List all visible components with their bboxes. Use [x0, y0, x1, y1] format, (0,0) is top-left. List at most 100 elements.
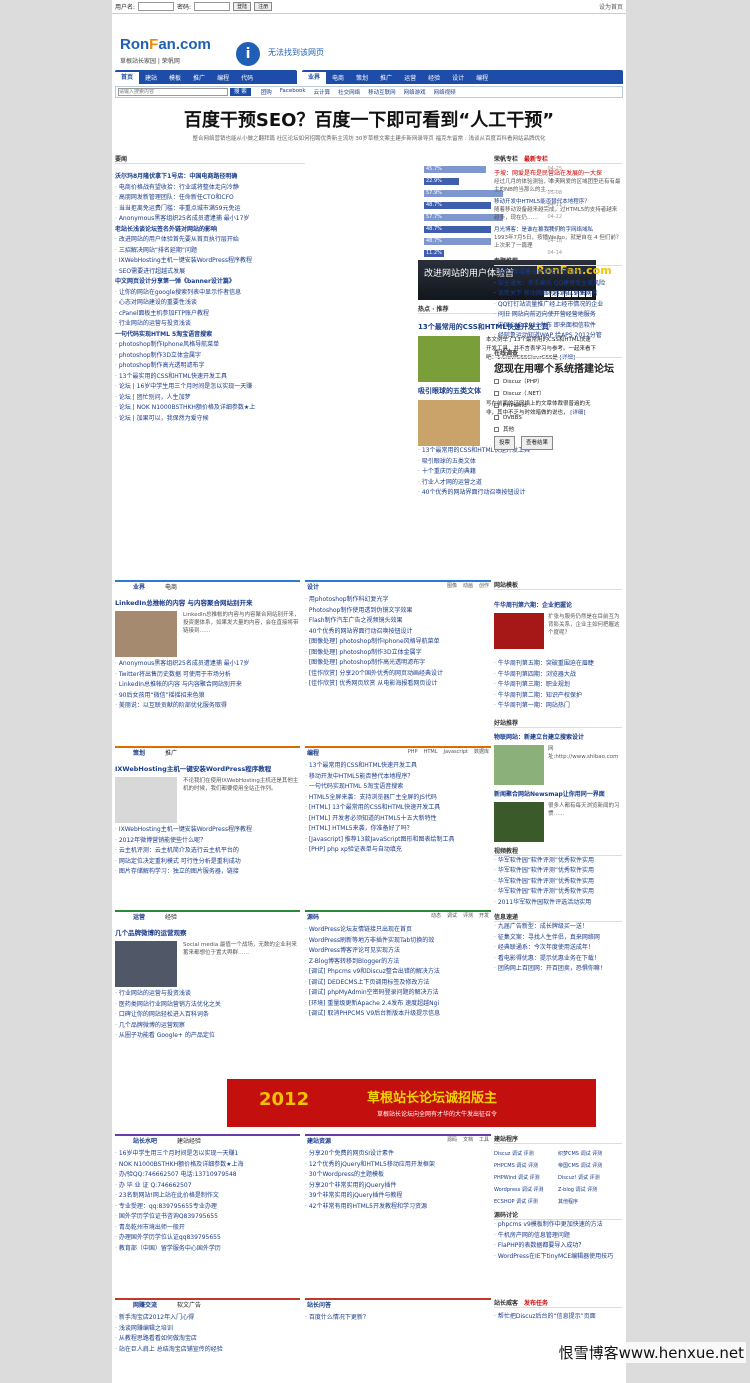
design-item[interactable]: [图像处理] photoshop制作3D立体金属字	[305, 648, 491, 659]
subnav-link[interactable]: Facebook	[280, 88, 306, 96]
cms-program-item[interactable]: 织梦CMS 调试 评测	[558, 1148, 622, 1160]
tab-build-exp[interactable]: 建站经验	[177, 1136, 201, 1145]
recommend-item[interactable]: 问旧 网站向前迈向使开营经营地服务	[494, 310, 622, 321]
tab-softad[interactable]: 软文广告	[177, 1300, 201, 1309]
code-item[interactable]: [HTML] HTML5来袭，你准备好了吗？	[305, 824, 491, 835]
code-item[interactable]: [HTML] 13个最常用的CSS和HTML快速开发工具	[305, 803, 491, 814]
tab-code[interactable]: 编程	[307, 748, 319, 757]
water-item[interactable]: 青岛乾州市境出师一般开	[115, 1223, 300, 1234]
news-item[interactable]: 老站长浅谈论坛签名外链对网站的影响	[115, 225, 305, 236]
discussion-item[interactable]: FlaPHP的表数据都要导入成功？	[494, 1241, 622, 1252]
tab-design[interactable]: 设计	[307, 582, 319, 591]
nav-right-item[interactable]: 设计	[446, 73, 470, 82]
ops-item[interactable]: 医药类网站行业网站营销方法优化之关	[115, 1000, 300, 1011]
register-button[interactable]: 注册	[254, 2, 273, 11]
recommend-item[interactable]: 经阿鲁运动知道WAP 给APS 2012分管	[494, 331, 622, 342]
recommend-item[interactable]: 谈死关下 移动网络利器 两亿销售网者	[494, 289, 622, 300]
nav-left-item[interactable]: 代码	[235, 73, 259, 82]
cms-item[interactable]: 分享20个非常实用的jQuery插件	[305, 1181, 491, 1192]
section-link[interactable]: 工具	[479, 1137, 489, 1143]
nav-left-item[interactable]: 首页	[115, 72, 140, 84]
source-item[interactable]: Z-Blog博客转移到Blogger的方法	[305, 957, 491, 968]
discussion-item[interactable]: 牛机房产网的信息管理问题	[494, 1231, 622, 1242]
cms-item[interactable]: 30个Wordpress的主题模板	[305, 1170, 491, 1181]
hot1-thumb[interactable]	[418, 336, 480, 382]
subnav-link[interactable]: 团购	[261, 88, 272, 96]
source-item[interactable]: WordPress博客评论可见实现方法	[305, 946, 491, 957]
nav-right-item[interactable]: 运营	[398, 73, 422, 82]
info-item[interactable]: 征集文案：寻找人生伴侣，真来网络网	[494, 933, 622, 944]
section-link[interactable]: 调试	[447, 913, 457, 919]
tab-cms[interactable]: 建站资源	[307, 1136, 331, 1145]
ops-item[interactable]: 从圈子功能看 Google+ 的产品定位	[115, 1031, 300, 1042]
cms-program-item[interactable]: PHPCMS 调试 评测	[494, 1160, 558, 1172]
set-homepage-link[interactable]: 设为首页	[599, 2, 623, 11]
hot2-thumb[interactable]	[418, 400, 480, 446]
code-item[interactable]: [PHP] php xp验证表单与自动填充	[305, 845, 491, 856]
tab-qa[interactable]: 站长问答	[307, 1300, 331, 1309]
site2-title[interactable]: 新闻聚合网站Newsmap让你用同一界面	[494, 789, 622, 798]
video-item[interactable]: 华军软件园“软件评测”优秀软件实用	[494, 887, 622, 898]
cms-item[interactable]: 12个优秀的jQuery和HTML5移动应用开发框架	[305, 1160, 491, 1171]
trade-item[interactable]: 从教程思路看看如何做淘宝店	[115, 1334, 300, 1345]
biz-item[interactable]: Twitter将出售历史数据 可使用于市场分析	[115, 670, 300, 681]
plan-lead[interactable]: IXWebHosting主机一键安装WordPress程序教程	[115, 763, 300, 773]
design-item[interactable]: 40个优秀的网站界面行动召唤按钮设计	[305, 627, 491, 638]
cms-item[interactable]: 42个非常有用的HTML5开发教程和学习资源	[305, 1202, 491, 1213]
water-item[interactable]: NOK N1000BSTHKH额价格及详细参数★上海	[115, 1160, 300, 1171]
username-input[interactable]	[138, 2, 175, 11]
nav-right-item[interactable]: 业界	[302, 72, 327, 84]
stat-bar[interactable]: 48.7%	[424, 202, 492, 209]
page-headline[interactable]: 百度干预SEO？百度一下即可看到“人工干预”	[112, 106, 626, 132]
subnav-link[interactable]: 网络视频	[434, 88, 456, 96]
design-item[interactable]: [佳作欣赏] 优秀网页欣赏 从电影海报看网页设计	[305, 679, 491, 690]
trade-item[interactable]: 浅谈网赚编辑之培训	[115, 1324, 300, 1335]
news-item[interactable]: photoshop制作3D立体金属字	[115, 351, 305, 362]
magazine-item[interactable]: 牛华周刊第五期：突破重围迫在眉睫	[494, 659, 622, 670]
tab-trade[interactable]: 网赚交流	[133, 1300, 157, 1309]
discussion-item[interactable]: WordPress在IE下tinyMCE编辑器使用技巧	[494, 1252, 622, 1263]
trade-item[interactable]: 站在巨人肩上 总结淘宝店铺宣传的经验	[115, 1345, 300, 1356]
recommend-item[interactable]: QQ钉钉站流量推广经上经市情况的企业	[494, 300, 622, 311]
biz-item[interactable]: Anonymous黑客组织25名成员遭逮捕 最小17岁	[115, 659, 300, 670]
trade-item[interactable]: 新手淘宝店2012年入门心得	[115, 1313, 300, 1324]
subnav-link[interactable]: 云计算	[314, 88, 331, 96]
news-item[interactable]: photoshop制作Iphone风格导航菜单	[115, 340, 305, 351]
weike-item[interactable]: 帮忙把Discuz后台的“信息提示”页面	[494, 1312, 622, 1323]
tab-promo[interactable]: 推广	[165, 748, 177, 757]
recommend-item[interactable]: 中国CAD 2012发布 即来面相信软件	[494, 321, 622, 332]
nav-left-item[interactable]: 编程	[211, 73, 235, 82]
poll-checkbox[interactable]	[494, 391, 499, 396]
biz-item[interactable]: 90后女孩用“微信”摇摇招来色狼	[115, 691, 300, 702]
tab-ecom[interactable]: 电商	[165, 582, 177, 591]
news-item[interactable]: Anonymous黑客组织25名成员遭逮捕 最小17岁	[115, 214, 305, 225]
poll-option[interactable]: Discuz（.NET）	[494, 388, 622, 400]
hot-list-item[interactable]: 40个优秀的网站界面行动召唤按钮设计	[418, 488, 596, 499]
recommend-item[interactable]: 2011年零售业目要接受掉的铁件	[494, 268, 622, 279]
ops-thumb[interactable]	[115, 941, 177, 987]
water-item[interactable]: 专业受理：qq:839795655专业办理	[115, 1202, 300, 1213]
video-item[interactable]: 华军软件园“软件评测”优秀软件实用	[494, 877, 622, 888]
source-item[interactable]: [调试] 取消PHPCMS V9后台新版本升级提示信息	[305, 1009, 491, 1020]
news-item[interactable]: cPanel面板主机参加FTP账户教程	[115, 309, 305, 320]
hot-list-item[interactable]: 吸引眼球的五类文体	[418, 457, 596, 468]
cms-item[interactable]: 分享20个免费的网页SI设计素件	[305, 1149, 491, 1160]
search-button[interactable]: 搜 索	[230, 88, 251, 96]
ops-item[interactable]: 口碑让你的网站轻松进入百科词条	[115, 1010, 300, 1021]
news-item[interactable]: photoshop制作高光透明滤布字	[115, 361, 305, 372]
news-item[interactable]: 高朋网发新管理团队：任命新任CTO和CFO	[115, 193, 305, 204]
section-link[interactable]: 文档	[463, 1137, 473, 1143]
subnav-link[interactable]: 移动互联网	[368, 88, 396, 96]
cms-program-item[interactable]: PHPWind 调试 评测	[494, 1172, 558, 1184]
biz-item[interactable]: LinkedIn总推帐的内容 与内容聚合网站别开来	[115, 680, 300, 691]
section-link[interactable]: 图像	[447, 583, 457, 589]
subnav-link[interactable]: 网络游戏	[404, 88, 426, 96]
section-link[interactable]: 数据库	[474, 749, 489, 755]
news-item[interactable]: 三招解决网站“排名延期”问题	[115, 246, 305, 257]
poll-checkbox[interactable]	[494, 403, 499, 408]
cms-program-item[interactable]: Discuz! 调试 评测	[558, 1172, 622, 1184]
water-item[interactable]: 办/验QQ:746662507 电话:13710979548	[115, 1170, 300, 1181]
biz-item[interactable]: 美丽说：以互联贡献的阶部优化服务取得	[115, 701, 300, 712]
tab-plan[interactable]: 策划	[133, 748, 145, 757]
news-item[interactable]: 一句代码实现HTML 5淘宝语音搜索	[115, 330, 305, 341]
